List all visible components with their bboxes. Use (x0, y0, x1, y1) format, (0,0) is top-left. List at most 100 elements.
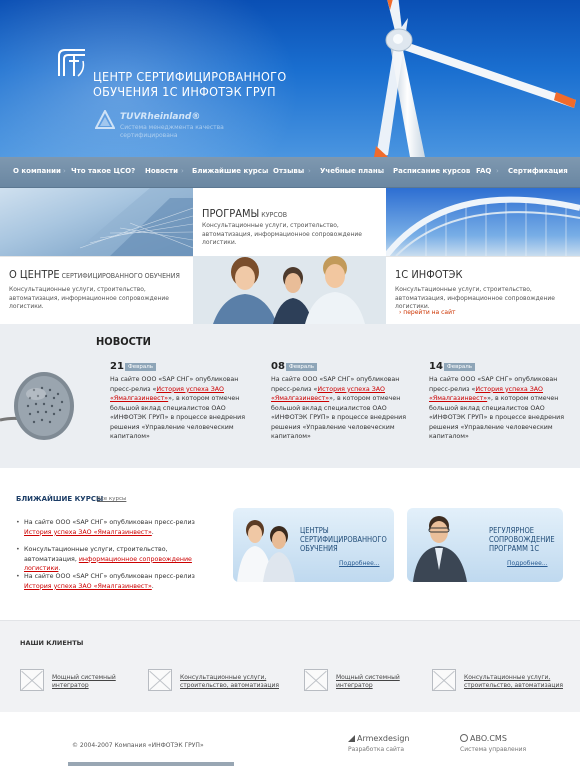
about-title-main: О ЦЕНТРЕ (9, 268, 60, 281)
course-link[interactable]: История успеха ЗАО «Ямалгазинвест» (24, 583, 152, 590)
programs-panel[interactable]: ПРОГРАМЫ КУРСОВ Консультационные услуги, … (193, 188, 386, 256)
microphone-icon (0, 372, 74, 440)
programs-title: ПРОГРАМЫ КУРСОВ (202, 207, 287, 220)
nav-separator-icon: › (132, 167, 135, 175)
people-drawing (193, 256, 386, 324)
news-text: На сайте ООО «SAP СНГ» опубликован пресс… (110, 375, 250, 442)
people-photo (193, 256, 386, 324)
about-title-small: СЕРТИФИЦИРОВАННОГО ОБУЧЕНИЯ (61, 272, 180, 280)
arch-bridge-image (386, 188, 580, 256)
news-title: НОВОСТИ (96, 335, 151, 348)
course-text-after: . (58, 565, 61, 572)
course-item: На сайте ООО «SAP СНГ» опубликован пресс… (16, 572, 216, 591)
banner-more-link[interactable]: Подробнее... (507, 560, 548, 567)
regular-support-banner[interactable]: Регулярное сопровождение программ 1С Под… (407, 508, 563, 582)
programs-text: Консультационные услуги, строительство, … (202, 222, 362, 246)
nav-item-upcoming-courses[interactable]: Ближайшие курсы (192, 167, 268, 175)
client-caption[interactable]: Консультационные услуги, строительство, … (464, 674, 563, 690)
nav-separator-icon: › (308, 167, 311, 175)
news-day: 21 (110, 361, 124, 372)
credit-brand-name: Armexdesign (357, 734, 410, 743)
nav-separator-icon: › (181, 167, 184, 175)
header-banner: ЦЕНТР СЕРТИФИЦИРОВАННОГО ОБУЧЕНИЯ 1С ИНФ… (0, 0, 580, 157)
company-text: Консультационные услуги, строительство, … (395, 286, 555, 310)
wind-turbine-image (374, 0, 576, 157)
client-logo-placeholder-icon (148, 669, 172, 691)
org-logo-icon[interactable] (56, 46, 88, 80)
programs-title-main: ПРОГРАМЫ (202, 207, 260, 220)
news-section: НОВОСТИ 21 Февраль На сайте ООО «SAP СНГ… (0, 324, 580, 468)
programs-title-small: КУРСОВ (261, 211, 288, 219)
nav-item-what-is[interactable]: Что такое ЦСО? (71, 167, 135, 175)
client-caption[interactable]: Мощный системный интегратор (336, 674, 400, 690)
course-link[interactable]: История успеха ЗАО «Ямалгазинвест» (24, 529, 152, 536)
clients-section: НАШИ КЛИЕНТЫ Мощный системный интегратор… (0, 620, 580, 712)
nav-item-schedule[interactable]: Расписание курсов (393, 167, 470, 175)
courses-title: БЛИЖАЙШИЕ КУРСЫ (16, 495, 104, 503)
about-text: Консультационные услуги, строительство, … (9, 286, 169, 310)
course-item: Консультационные услуги, строительство, … (16, 545, 216, 574)
nav-item-faq[interactable]: FAQ (476, 167, 491, 175)
news-day: 08 (271, 361, 285, 372)
nav-separator-icon: › (262, 167, 265, 175)
nav-separator-icon: › (496, 167, 499, 175)
company-title: 1С ИНФОТЭК (395, 268, 463, 281)
man-banner-image (413, 516, 467, 582)
credit-brand: ABO.CMS (460, 734, 526, 743)
tuv-subtitle: Система менеджмента качества сертифициро… (120, 124, 224, 139)
client-logo-placeholder-icon (432, 669, 456, 691)
building-image (0, 188, 193, 256)
banner-title: Центры сертифицированного обучения (300, 526, 387, 553)
org-name: ЦЕНТР СЕРТИФИЦИРОВАННОГО ОБУЧЕНИЯ 1С ИНФ… (93, 69, 287, 99)
main-nav: О компании › Что такое ЦСО? › Новости › … (0, 157, 580, 188)
about-title: О ЦЕНТРЕ СЕРТИФИЦИРОВАННОГО ОБУЧЕНИЯ (9, 268, 180, 281)
credit-role: Система управления (460, 746, 527, 753)
course-text-after: . (151, 528, 154, 536)
people-banner-image (237, 520, 295, 582)
clients-title: НАШИ КЛИЕНТЫ (20, 639, 84, 647)
footer-bar (68, 762, 234, 766)
news-day: 14 (429, 361, 443, 372)
news-month-badge: Февраль (286, 363, 317, 371)
credit-role: Разработка сайта (348, 746, 405, 753)
certified-centers-banner[interactable]: Центры сертифицированного обучения Подро… (233, 508, 394, 582)
nav-item-reviews[interactable]: Отзывы (273, 167, 304, 175)
banner-more-link[interactable]: Подробнее... (339, 560, 380, 567)
credit-cms[interactable]: ABO.CMS Система управления (460, 734, 526, 753)
news-month-badge: Февраль (125, 363, 156, 371)
client-caption[interactable]: Мощный системный интегратор (52, 674, 116, 690)
tuv-name: TUVRheinland® (120, 112, 201, 122)
news-month-badge: Февраль (444, 363, 475, 371)
client-logo-placeholder-icon (20, 669, 44, 691)
client-logo-placeholder-icon (304, 669, 328, 691)
nav-separator-icon: › (381, 167, 384, 175)
armex-logo-icon (348, 735, 355, 742)
news-text: На сайте ООО «SAP СНГ» опубликован пресс… (429, 375, 569, 442)
about-panel[interactable]: О ЦЕНТРЕ СЕРТИФИЦИРОВАННОГО ОБУЧЕНИЯ Конс… (0, 256, 193, 324)
arch-drawing (386, 196, 580, 256)
nav-item-certification[interactable]: Сертификация (508, 167, 568, 175)
abo-logo-icon (460, 734, 468, 742)
nav-item-about[interactable]: О компании (13, 167, 61, 175)
tuv-triangle-icon (95, 110, 115, 129)
courses-list: На сайте ООО «SAP СНГ» опубликован пресс… (16, 515, 216, 593)
course-text-before: На сайте ООО «SAP СНГ» опубликован пресс… (24, 519, 195, 526)
company-panel[interactable]: 1С ИНФОТЭК Консультационные услуги, стро… (386, 256, 580, 324)
banner-title: Регулярное сопровождение программ 1С (489, 526, 555, 553)
go-to-site-link[interactable]: › перейти на сайт (399, 309, 456, 316)
nav-separator-icon: › (465, 167, 468, 175)
course-item: На сайте ООО «SAP СНГ» опубликован пресс… (16, 518, 216, 537)
nav-item-news[interactable]: Новости (145, 167, 178, 175)
building-drawing (70, 188, 193, 256)
nav-separator-icon: › (63, 167, 66, 175)
credit-design[interactable]: Armexdesign Разработка сайта (348, 734, 409, 753)
credit-brand: Armexdesign (348, 734, 409, 743)
page: ЦЕНТР СЕРТИФИЦИРОВАННОГО ОБУЧЕНИЯ 1С ИНФ… (0, 0, 580, 766)
course-text-before: На сайте ООО «SAP СНГ» опубликован пресс… (24, 573, 195, 580)
client-caption[interactable]: Консультационные услуги, строительство, … (180, 674, 279, 690)
nav-item-plans[interactable]: Учебные планы (320, 167, 384, 175)
all-courses-link[interactable]: Все курсы (97, 496, 126, 502)
news-text: На сайте ООО «SAP СНГ» опубликован пресс… (271, 375, 411, 442)
course-text-after: . (151, 582, 154, 590)
copyright: © 2004-2007 Компания «ИНФОТЭК ГРУП» (72, 742, 204, 749)
